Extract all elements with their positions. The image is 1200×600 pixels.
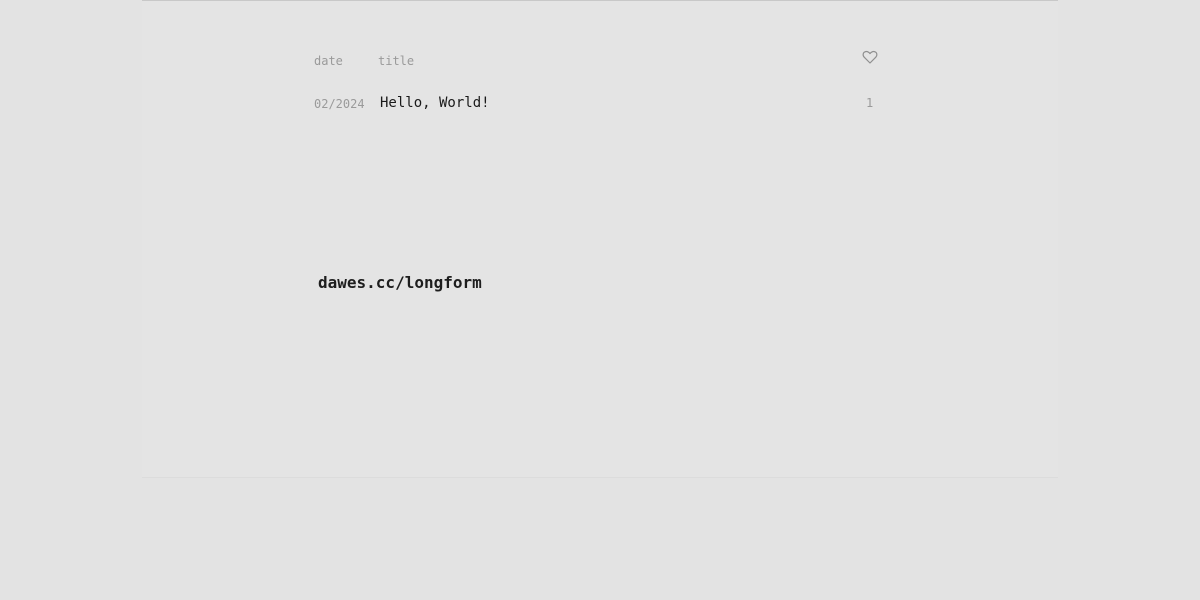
title-column-header: title [378, 54, 415, 68]
post-date: 02/2024 [314, 97, 365, 111]
post-title-link[interactable]: Hello, World! [380, 95, 490, 111]
date-column-header: date [314, 54, 343, 68]
site-link[interactable]: dawes.cc/longform [318, 273, 482, 292]
post-like-count: 1 [866, 96, 874, 110]
heart-icon[interactable] [862, 49, 878, 65]
post-row[interactable]: 02/2024 Hello, World! 1 [314, 94, 880, 114]
posts-table-header: date title [314, 49, 880, 72]
frame-divider [142, 477, 1058, 478]
